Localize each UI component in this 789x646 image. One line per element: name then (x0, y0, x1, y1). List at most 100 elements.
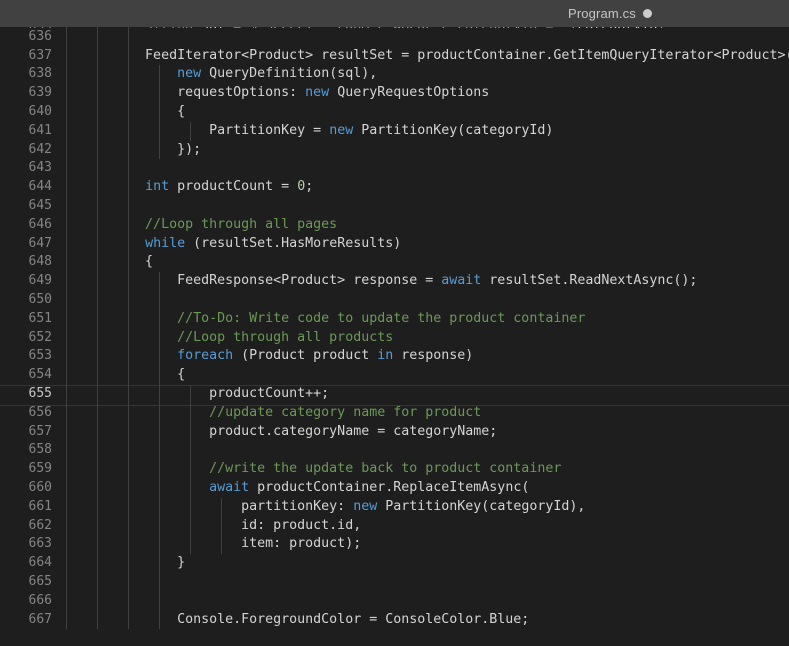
code-line[interactable]: 638 new QueryDefinition(sql), (0, 65, 789, 85)
indent-guide (66, 290, 67, 310)
code-line[interactable]: 648 { (0, 253, 789, 273)
line-number[interactable]: 636 (0, 28, 52, 47)
code-line[interactable]: 658 (0, 441, 789, 461)
code-text[interactable]: while (resultSet.HasMoreResults) (65, 235, 401, 254)
line-number[interactable]: 664 (0, 554, 52, 573)
code-text[interactable]: { (65, 253, 153, 272)
code-line[interactable]: 663 item: product); (0, 535, 789, 555)
line-number[interactable]: 666 (0, 592, 52, 611)
code-line[interactable]: 659 //write the update back to product c… (0, 460, 789, 479)
code-text[interactable]: //To-Do: Write code to update the produc… (65, 310, 585, 329)
code-text[interactable]: //Loop through all pages (65, 216, 337, 235)
indent-guide (159, 572, 160, 592)
code-line[interactable]: 644 int productCount = 0; (0, 178, 789, 197)
code-text[interactable]: partitionKey: new PartitionKey(categoryI… (65, 498, 585, 517)
code-line[interactable]: 657 product.categoryName = categoryName; (0, 422, 789, 442)
line-number[interactable]: 650 (0, 291, 52, 310)
code-line[interactable]: 665 (0, 572, 789, 592)
code-line[interactable]: 637 FeedIterator<Product> resultSet = pr… (0, 46, 789, 66)
line-number[interactable]: 651 (0, 310, 52, 329)
line-number[interactable]: 653 (0, 347, 52, 366)
code-line[interactable]: 666 (0, 591, 789, 611)
code-text[interactable]: PartitionKey = new PartitionKey(category… (65, 122, 553, 141)
code-text[interactable]: int productCount = 0; (65, 178, 313, 197)
unsaved-changes-dot-icon[interactable] (642, 9, 652, 18)
code-line[interactable]: 636 (0, 27, 789, 47)
code-text[interactable]: foreach (Product product in response) (65, 347, 473, 366)
line-number[interactable]: 665 (0, 573, 52, 592)
code-text[interactable]: //Loop through all products (65, 329, 393, 348)
line-number[interactable]: 652 (0, 329, 52, 348)
code-text[interactable]: productCount++; (65, 385, 329, 404)
indent-guide (66, 572, 67, 592)
code-line[interactable]: 641 PartitionKey = new PartitionKey(cate… (0, 121, 789, 141)
code-line[interactable]: 651 //To-Do: Write code to update the pr… (0, 309, 789, 329)
line-number[interactable]: 645 (0, 197, 52, 216)
tab-program-cs[interactable]: Program.cs (556, 0, 664, 27)
line-number[interactable]: 638 (0, 65, 52, 84)
code-text[interactable]: { (65, 103, 185, 122)
code-text[interactable]: new QueryDefinition(sql), (65, 65, 377, 84)
code-text[interactable]: //write the update back to product conta… (65, 460, 561, 479)
indent-guides (0, 159, 789, 179)
code-line[interactable]: 649 FeedResponse<Product> response = awa… (0, 272, 789, 291)
line-number[interactable]: 658 (0, 441, 52, 460)
code-line[interactable]: 654 { (0, 366, 789, 385)
code-line[interactable]: 642 }); (0, 140, 789, 160)
code-line[interactable]: 650 (0, 290, 789, 310)
code-line[interactable]: 647 while (resultSet.HasMoreResults) (0, 234, 789, 254)
code-text[interactable]: Console.ForegroundColor = ConsoleColor.B… (65, 611, 529, 630)
code-text[interactable]: item: product); (65, 535, 361, 554)
code-text[interactable]: requestOptions: new QueryRequestOptions (65, 84, 489, 103)
code-text[interactable]: //update category name for product (65, 404, 481, 423)
code-line[interactable]: 653 foreach (Product product in response… (0, 347, 789, 367)
line-number[interactable]: 637 (0, 47, 52, 66)
line-number[interactable]: 654 (0, 366, 52, 385)
code-text[interactable]: FeedIterator<Product> resultSet = produc… (65, 47, 789, 66)
code-line-active[interactable]: 655 productCount++; (0, 384, 789, 406)
code-line[interactable]: 661 partitionKey: new PartitionKey(categ… (0, 497, 789, 517)
code-text[interactable]: } (65, 554, 185, 573)
line-number[interactable]: 649 (0, 272, 52, 291)
code-line[interactable]: 667 Console.ForegroundColor = ConsoleCol… (0, 610, 789, 630)
code-line[interactable]: 664 } (0, 554, 789, 573)
code-text[interactable]: FeedResponse<Product> response = await r… (65, 272, 697, 291)
code-text[interactable]: await productContainer.ReplaceItemAsync( (65, 479, 529, 498)
token-num: 0 (297, 179, 306, 195)
line-number[interactable]: 660 (0, 479, 52, 498)
line-number[interactable]: 657 (0, 423, 52, 442)
line-number[interactable]: 663 (0, 535, 52, 554)
line-number[interactable]: 648 (0, 253, 52, 272)
line-number[interactable]: 656 (0, 404, 52, 423)
code-line[interactable]: 646 //Loop through all pages (0, 215, 789, 235)
code-editor[interactable]: 635 string sql = $"SELECT * FROM c WHERE… (0, 27, 789, 646)
code-text[interactable]: { (65, 366, 185, 385)
code-line[interactable]: 645 (0, 196, 789, 216)
code-line[interactable]: 662 id: product.id, (0, 516, 789, 536)
code-line[interactable]: 652 //Loop through all products (0, 328, 789, 348)
line-number[interactable]: 639 (0, 84, 52, 103)
code-line[interactable]: 639 requestOptions: new QueryRequestOpti… (0, 84, 789, 103)
code-line[interactable]: 643 (0, 159, 789, 179)
code-line[interactable]: 640 { (0, 102, 789, 122)
line-number[interactable]: 644 (0, 178, 52, 197)
code-text[interactable]: product.categoryName = categoryName; (65, 423, 497, 442)
line-number[interactable]: 655 (0, 385, 52, 404)
token-kw: while (145, 235, 186, 251)
line-number[interactable]: 642 (0, 141, 52, 160)
line-number[interactable]: 667 (0, 611, 52, 630)
line-number[interactable]: 647 (0, 235, 52, 254)
line-number[interactable]: 640 (0, 103, 52, 122)
code-text[interactable]: }); (65, 141, 201, 160)
line-number[interactable]: 643 (0, 159, 52, 178)
line-number[interactable]: 662 (0, 517, 52, 536)
line-number[interactable]: 641 (0, 122, 52, 141)
code-line[interactable]: 660 await productContainer.ReplaceItemAs… (0, 478, 789, 498)
code-line[interactable]: 656 //update category name for product (0, 403, 789, 423)
line-number[interactable]: 659 (0, 460, 52, 479)
code-text[interactable]: id: product.id, (65, 517, 361, 536)
line-number[interactable]: 661 (0, 498, 52, 517)
line-number[interactable]: 646 (0, 216, 52, 235)
